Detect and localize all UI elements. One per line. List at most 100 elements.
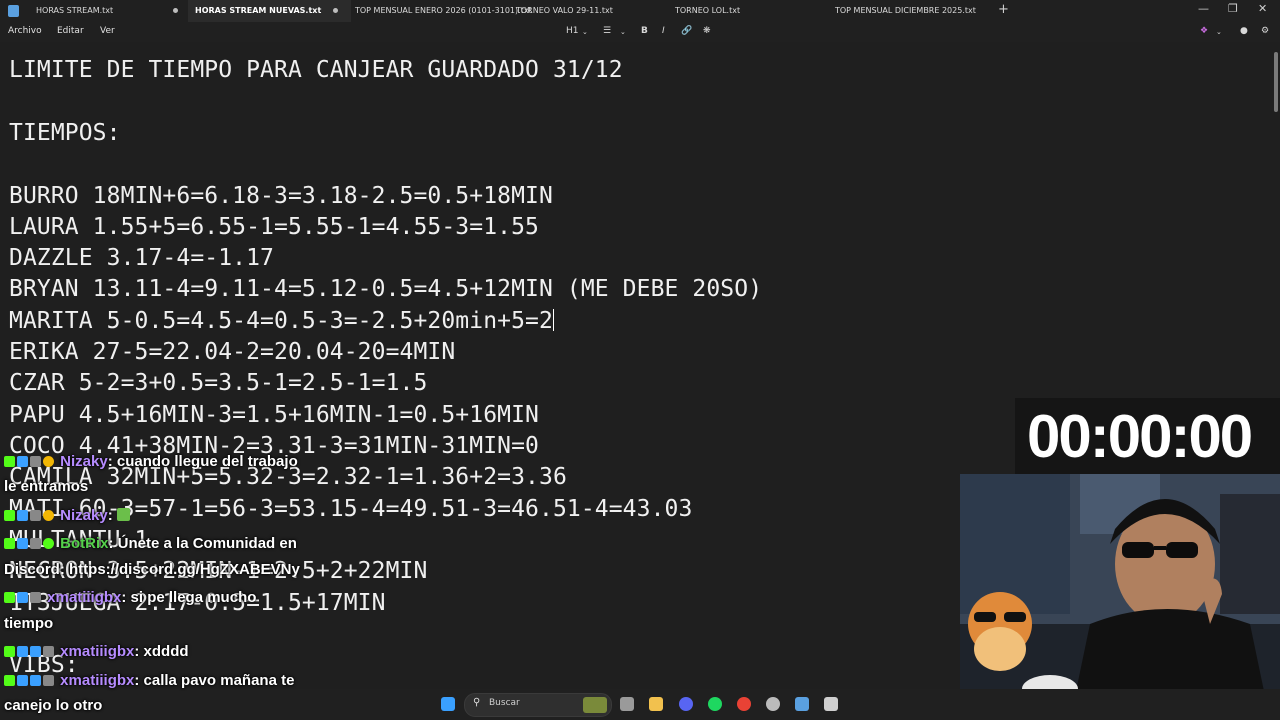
taskbar-search[interactable]: ⚲ Buscar	[464, 693, 612, 717]
bot-badge-icon	[43, 538, 54, 549]
webcam-feed	[960, 474, 1280, 720]
editor-line: DAZZLE 3.17-4=-1.17	[9, 245, 274, 271]
editor-line-text: MARITA 5-0.5=4.5-4=0.5-3=-2.5+20min+5=2	[9, 308, 553, 334]
editor-line: PAPU 4.5+16MIN-3=1.5+16MIN-1=0.5+16MIN	[9, 402, 539, 428]
chat-username: Nizaky	[60, 453, 108, 470]
chat-text: :	[107, 507, 113, 524]
tab-top-mensual-enero[interactable]: TOP MENSUAL ENERO 2026 (0101-3101).txt	[350, 0, 532, 22]
menu-ver[interactable]: Ver	[100, 26, 115, 36]
editor-line-active: MARITA 5-0.5=4.5-4=0.5-3=-2.5+20min+5=2	[9, 308, 554, 334]
kick-badge-icon	[4, 510, 15, 521]
chat-wrap-line: canejo lo otro	[4, 697, 103, 714]
menu-archivo[interactable]: Archivo	[8, 26, 42, 36]
kick-badge-icon	[4, 646, 15, 657]
minimize-icon[interactable]: —	[1198, 2, 1209, 15]
spotify-icon[interactable]	[708, 697, 722, 711]
task-view-icon[interactable]	[620, 697, 634, 711]
tab-label: TORNEO VALO 29-11.txt	[516, 6, 613, 15]
chat-message: Nizaky:	[4, 507, 132, 524]
close-icon[interactable]: ✕	[1258, 2, 1267, 15]
tab-torneo-lol[interactable]: TORNEO LOL.txt	[670, 0, 825, 22]
file-explorer-icon[interactable]	[649, 697, 663, 711]
emoji-badge-icon	[43, 510, 54, 521]
menu-editar[interactable]: Editar	[57, 26, 84, 36]
unsaved-dot-icon	[173, 8, 178, 13]
account-icon[interactable]: ●	[1240, 26, 1248, 36]
sub-badge-icon	[17, 456, 28, 467]
windows-start-icon[interactable]	[441, 697, 455, 711]
chat-message: Nizaky: cuando llegue del trabajo	[4, 453, 298, 470]
tab-torneo-valo[interactable]: TORNEO VALO 29-11.txt	[510, 0, 666, 22]
gifter-badge-icon	[43, 646, 54, 657]
copilot-icon[interactable]: ❖	[1200, 26, 1208, 36]
sub-badge-icon	[17, 510, 28, 521]
kick-badge-icon	[4, 538, 15, 549]
search-placeholder: Buscar	[489, 698, 520, 708]
chrome-icon[interactable]	[737, 697, 751, 711]
gifter-badge-icon	[30, 510, 41, 521]
chevron-down-icon[interactable]: ⌄	[582, 28, 588, 36]
maximize-icon[interactable]: ❐	[1228, 2, 1238, 15]
tab-label: TORNEO LOL.txt	[675, 6, 741, 15]
tab-horas-stream[interactable]: HORAS STREAM.txt	[30, 0, 186, 22]
chat-username: xmatiiigbx	[47, 589, 122, 606]
clear-format-icon[interactable]: ❋	[703, 26, 711, 36]
editor-line: ERIKA 27-5=22.04-2=20.04-20=4MIN	[9, 339, 456, 365]
editor-line: CZAR 5-2=3+0.5=3.5-1=2.5-1=1.5	[9, 370, 428, 396]
kick-badge-icon	[4, 675, 15, 686]
chat-text: : si pe llega mucho	[121, 589, 257, 606]
editor-line: TIEMPOS:	[9, 120, 121, 146]
chat-message: xmatiiigbx: calla pavo mañana te	[4, 672, 294, 689]
settings-gear-icon[interactable]: ⚙	[1261, 26, 1269, 36]
tab-top-mensual-diciembre[interactable]: TOP MENSUAL DICIEMBRE 2025.txt	[830, 0, 995, 22]
gifter-badge-icon	[30, 456, 41, 467]
sub-badge-icon	[30, 675, 41, 686]
chevron-down-icon[interactable]: ⌄	[620, 28, 626, 36]
link-icon[interactable]: 🔗	[681, 26, 692, 36]
tab-label: HORAS STREAM NUEVAS.txt	[195, 6, 322, 15]
chat-wrap-line: tiempo	[4, 615, 54, 632]
sub-badge-icon	[17, 675, 28, 686]
kick-badge-icon	[4, 592, 15, 603]
sub-badge-icon	[17, 538, 28, 549]
sub-badge-icon	[30, 646, 41, 657]
taskbar: ⚲ Buscar	[0, 689, 1280, 720]
frog-emote-icon	[116, 508, 130, 521]
chat-text: : cuando llegue del trabajo	[107, 453, 298, 470]
notepad-taskbar-icon[interactable]	[795, 697, 809, 711]
search-highlight-icon	[583, 697, 607, 713]
chat-message: xmatiiigbx: si pe llega mucho	[4, 589, 256, 606]
chat-wrap-line: Discord: https://discord.gg/HgZXABEVNy	[4, 561, 300, 578]
italic-button[interactable]: I	[662, 26, 665, 36]
sub-badge-icon	[17, 592, 28, 603]
chat-username: Nizaky	[60, 507, 108, 524]
kick-badge-icon	[4, 456, 15, 467]
discord-icon[interactable]	[679, 697, 693, 711]
notepad-app-icon	[8, 5, 19, 17]
notepad-2-taskbar-icon[interactable]	[824, 697, 838, 711]
chat-username: BotRix	[60, 535, 109, 552]
menu-bar: Archivo Editar Ver H1 ⌄ ☰ ⌄ B I 🔗 ❋ ❖ ⌄ …	[0, 22, 1280, 42]
app-icon[interactable]	[766, 697, 780, 711]
gifter-badge-icon	[30, 538, 41, 549]
chevron-down-icon[interactable]: ⌄	[1216, 28, 1222, 36]
timer-value: 00:00:00	[1027, 403, 1253, 470]
editor-line: BURRO 18MIN+6=6.18-3=3.18-2.5=0.5+18MIN	[9, 183, 553, 209]
chat-text: : calla pavo mañana te	[134, 672, 295, 689]
chat-wrap-line: le entramos	[4, 478, 89, 495]
tab-label: TOP MENSUAL DICIEMBRE 2025.txt	[835, 6, 976, 15]
tab-label: HORAS STREAM.txt	[36, 6, 114, 15]
add-tab-icon[interactable]: +	[998, 2, 1009, 17]
scroll-thumb[interactable]	[1274, 52, 1278, 112]
heading-dropdown[interactable]: H1	[566, 26, 579, 36]
chat-username: xmatiiigbx	[60, 672, 135, 689]
tab-horas-stream-nuevas[interactable]: HORAS STREAM NUEVAS.txt	[188, 0, 351, 22]
sub-badge-icon	[17, 646, 28, 657]
bold-button[interactable]: B	[641, 26, 648, 36]
tab-label: TOP MENSUAL ENERO 2026 (0101-3101).txt	[355, 6, 532, 15]
chat-message: BotRix: Únete a la Comunidad en	[4, 535, 297, 552]
text-caret	[552, 309, 554, 331]
chat-text: : xdddd	[134, 643, 189, 660]
chat-message: xmatiiigbx: xdddd	[4, 643, 189, 660]
list-icon[interactable]: ☰	[603, 26, 611, 36]
